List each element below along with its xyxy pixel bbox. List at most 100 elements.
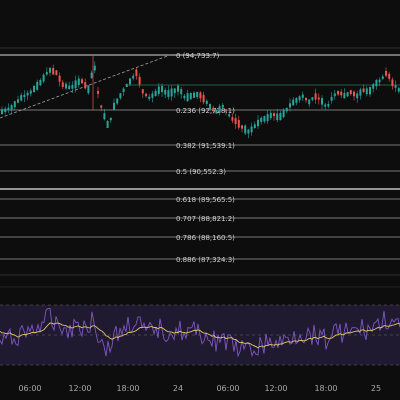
candle-up xyxy=(356,90,359,103)
fib-level-label: 0 (94,733.7) xyxy=(176,52,220,60)
candle-up xyxy=(39,78,42,87)
candle-up xyxy=(330,92,333,104)
candle-up xyxy=(13,100,16,110)
candle-up xyxy=(321,95,323,110)
candle-up xyxy=(250,122,253,136)
candle-up xyxy=(257,115,259,130)
candle-down xyxy=(241,124,243,133)
candle-down xyxy=(237,115,240,130)
candle-up xyxy=(77,75,80,88)
candle-down xyxy=(305,97,307,103)
candle-down xyxy=(234,113,237,129)
candle-down xyxy=(55,69,58,76)
candle-down xyxy=(273,111,275,121)
candle-up xyxy=(289,98,291,112)
fib-level-label: 0.382 (91,539.1) xyxy=(176,142,235,150)
candle-up xyxy=(372,83,375,93)
candle-up xyxy=(346,91,349,98)
candle-down xyxy=(231,113,234,124)
candle-down xyxy=(58,72,61,87)
candle-down xyxy=(337,90,339,97)
candle-up xyxy=(311,96,314,102)
candle-up xyxy=(164,87,167,98)
candle-down xyxy=(314,88,317,104)
candle-down xyxy=(141,88,144,98)
candle-up xyxy=(209,103,211,111)
candle-down xyxy=(84,78,87,90)
candle-down xyxy=(61,79,64,90)
candle-down xyxy=(391,77,394,90)
candle-up xyxy=(154,88,157,97)
candle-up xyxy=(375,78,378,90)
candle-up xyxy=(167,85,170,100)
candle-up xyxy=(279,110,282,121)
candle-up xyxy=(183,93,186,101)
candle-up xyxy=(36,79,39,91)
candle-up xyxy=(68,81,71,90)
candle-up xyxy=(87,85,90,95)
candle-down xyxy=(362,84,365,94)
candle-down xyxy=(81,77,83,85)
candle-up xyxy=(260,116,263,125)
fib-level-label: 0.5 (90,552.3) xyxy=(176,168,226,176)
candle-up xyxy=(193,91,195,98)
candle-down xyxy=(52,64,55,76)
candle-up xyxy=(324,102,327,110)
candle-down xyxy=(349,89,352,96)
candle-up xyxy=(247,128,250,139)
candle-up xyxy=(295,97,298,106)
candle-up xyxy=(109,117,112,123)
candle-up xyxy=(161,83,163,97)
candle-up xyxy=(26,90,29,101)
candle-up xyxy=(205,99,208,107)
candle-up xyxy=(119,92,122,100)
candle-down xyxy=(97,87,99,99)
candle-up xyxy=(292,96,295,106)
candle-up xyxy=(333,89,336,100)
candle-up xyxy=(125,83,128,88)
candle-up xyxy=(298,95,301,103)
chart-canvas[interactable]: 0 (94,733.7) 0.236 (92,728.1) 0.382 (91,53… xyxy=(0,0,400,400)
candle-up xyxy=(327,100,330,109)
candle-up xyxy=(42,73,45,84)
candle-up xyxy=(266,110,269,124)
candle-up xyxy=(113,98,115,111)
time-axis-label: 25 xyxy=(371,384,381,393)
candle-up xyxy=(173,88,176,98)
candle-up xyxy=(106,120,109,129)
candle-up xyxy=(93,61,96,74)
candle-up xyxy=(4,106,7,115)
candle-up xyxy=(49,66,51,76)
fib-level-label: 0.886 (87,324.3) xyxy=(176,256,235,264)
candle-up xyxy=(1,106,3,115)
time-axis-label: 24 xyxy=(173,384,183,393)
candle-up xyxy=(23,90,26,102)
fib-level-label: 0.618 (89,565.5) xyxy=(176,196,235,204)
candle-down xyxy=(145,92,147,98)
rsi-pane xyxy=(0,304,400,366)
candle-up xyxy=(33,84,35,93)
candle-up xyxy=(10,103,13,114)
candle-up xyxy=(7,103,10,114)
candle-up xyxy=(17,95,19,104)
time-axis-label: 12:00 xyxy=(264,384,287,393)
candle-up xyxy=(308,99,311,108)
candle-down xyxy=(135,67,138,80)
time-axis-label: 18:00 xyxy=(116,384,139,393)
price-chart[interactable]: 0 (94,733.7)0.236 (92,728.1)0.382 (91,53… xyxy=(0,0,400,400)
candle-down xyxy=(388,71,391,82)
candle-down xyxy=(340,89,343,98)
candle-down xyxy=(385,67,387,78)
candle-up xyxy=(285,107,288,114)
fib-level-label: 0.786 (88,160.5) xyxy=(176,234,235,242)
candle-up xyxy=(365,86,368,97)
candle-up xyxy=(359,87,362,100)
candle-up xyxy=(29,88,32,97)
candle-up xyxy=(301,91,304,102)
fibonacci-retracement[interactable]: 0 (94,733.7)0.236 (92,728.1)0.382 (91,53… xyxy=(0,47,400,288)
candle-up xyxy=(103,108,106,121)
candle-up xyxy=(343,88,346,99)
time-axis: 06:00 12:00 18:00 24 06:00 12:00 18:00 25 xyxy=(18,384,381,393)
candle-up xyxy=(369,86,371,97)
candle-down xyxy=(202,91,205,105)
